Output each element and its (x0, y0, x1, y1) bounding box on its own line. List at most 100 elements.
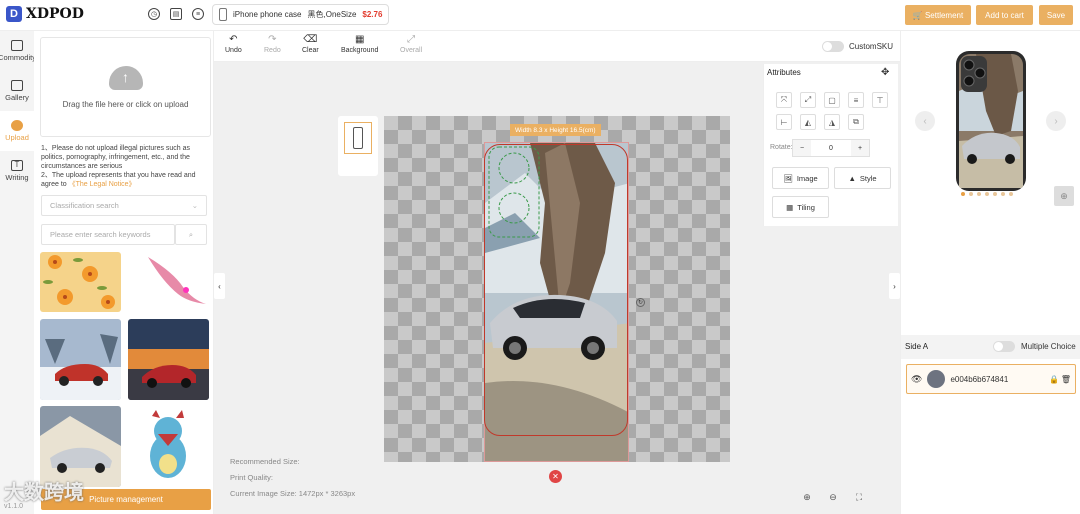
layers-icon[interactable]: ▤ (170, 8, 182, 20)
product-selector[interactable]: iPhone phone case 黑色,OneSize $2.76 (212, 4, 390, 25)
nav-commodity[interactable]: Commodity (0, 31, 36, 71)
clear-label: Clear (302, 47, 319, 54)
mountain-car-image (40, 406, 121, 487)
multiple-choice-toggle[interactable] (993, 341, 1015, 352)
carousel-dot[interactable] (977, 192, 981, 196)
lock-icon[interactable]: 🔒 (1049, 375, 1059, 384)
save-button[interactable]: Save (1039, 5, 1073, 25)
rotate-stepper[interactable]: − 0 + (792, 139, 870, 157)
logo[interactable]: D XDPOD (6, 6, 84, 22)
classification-placeholder: Classification search (50, 201, 119, 210)
size-indicator: Width 8.3 x Height 16.5(cm) (510, 124, 601, 136)
gallery-thumb-totodile[interactable] (128, 406, 209, 487)
upload-notice: 1、Please do not upload illegal pictures … (41, 144, 213, 189)
classification-select[interactable]: Classification search ⌄ (41, 195, 207, 216)
nav-gallery[interactable]: Gallery (0, 71, 34, 111)
side-row: Side A Multiple Choice (901, 335, 1080, 359)
cloud-upload-icon (108, 65, 143, 90)
carousel-prev-button[interactable]: ‹ (915, 111, 935, 131)
background-label: Background (341, 47, 379, 54)
cart-icon: 🛒 (912, 10, 925, 20)
redo-button[interactable]: ↷ Redo (264, 35, 281, 55)
align-center-icon[interactable]: ≡ (848, 92, 864, 108)
delete-layer-icon[interactable]: ✕ (549, 470, 562, 483)
image-button-label: Image (796, 173, 818, 183)
gallery-thumb-flowers[interactable] (40, 252, 121, 312)
undo-icon: ↶ (229, 34, 238, 45)
side-a-tab[interactable] (344, 122, 372, 154)
carousel-dot[interactable] (969, 192, 973, 196)
carousel-dot[interactable] (1001, 192, 1005, 196)
clear-button[interactable]: ⌫ Clear (302, 35, 319, 55)
zoom-out-icon[interactable]: ⊖ (826, 490, 840, 504)
rotate-increase-button[interactable]: + (851, 140, 869, 156)
upload-dropzone[interactable]: Drag the file here or click on upload (40, 37, 211, 137)
rotate-value[interactable]: 0 (811, 145, 851, 152)
chevron-left-icon: ‹ (218, 281, 221, 291)
flower-pattern-image (43, 255, 115, 309)
carousel-dot[interactable] (961, 192, 965, 196)
move-icon[interactable]: ✥ (881, 67, 889, 78)
rotate-handle-icon[interactable]: ↻ (636, 298, 645, 307)
fill-icon[interactable]: ▢ (824, 92, 840, 108)
phone-case-icon (219, 8, 227, 21)
vertical-center-icon[interactable]: ⊤ (872, 92, 888, 108)
clock-icon[interactable]: ◷ (148, 8, 160, 20)
tiling-button-label: Tiling (797, 202, 815, 212)
horizontal-center-icon[interactable]: ⊢ (776, 114, 792, 130)
zoom-in-icon[interactable]: ⊕ (800, 490, 814, 504)
search-icon: ⌕ (188, 229, 194, 239)
carousel-dot[interactable] (985, 192, 989, 196)
nav-writing[interactable]: T Writing (0, 151, 34, 191)
style-button[interactable]: ▲ Style (834, 167, 891, 189)
settlement-button[interactable]: 🛒 Settlement (905, 5, 971, 25)
image-button[interactable]: 🖼 Image (772, 167, 829, 189)
trash-icon[interactable]: 🗑 (1061, 375, 1071, 384)
collapse-right-button[interactable]: › (889, 273, 900, 299)
style-button-label: Style (859, 173, 877, 183)
gallery-thumb-mountain-car[interactable] (40, 406, 121, 487)
nav-label: Writing (5, 173, 29, 182)
current-image-size: Current Image Size: 1472px * 3263px (230, 489, 355, 498)
background-button[interactable]: ▦ Background (341, 35, 379, 55)
upload-icon (11, 120, 23, 131)
collapse-left-button[interactable]: ‹ (214, 273, 225, 299)
nav-label: Commodity (0, 53, 36, 62)
redo-label: Redo (264, 47, 281, 54)
overall-button[interactable]: ⤢ Overall (400, 35, 422, 55)
layer-item[interactable]: 👁 e004b6b674841 🔒 🗑 (906, 364, 1076, 394)
zoom-controls: ⊕ ⊖ ⛶ (800, 490, 866, 504)
undo-button[interactable]: ↶ Undo (225, 34, 242, 55)
eye-icon[interactable]: 👁 (911, 374, 922, 385)
list-icon[interactable]: ≡ (192, 8, 204, 20)
search-button[interactable]: ⌕ (175, 224, 207, 245)
side-switcher (338, 116, 378, 176)
flip-horizontal-icon[interactable]: ◭ (800, 114, 816, 130)
brand-name: XDPOD (26, 6, 84, 22)
flip-vertical-icon[interactable]: ◮ (824, 114, 840, 130)
copy-icon[interactable]: ⧉ (848, 114, 864, 130)
fit-screen-icon[interactable]: ⛶ (852, 490, 866, 504)
gallery-thumb-snow-car[interactable] (40, 319, 121, 400)
attributes-panel: Attributes ✥ ⤧ ⤢ ▢ ≡ ⊤ ⊢ ◭ ◮ ⧉ Rotate: −… (763, 64, 898, 226)
product-price: $2.76 (362, 10, 383, 19)
nav-upload[interactable]: Upload (0, 111, 34, 151)
legal-notice-link[interactable]: 《The Legal Notice》 (69, 181, 136, 188)
custom-sku-toggle[interactable] (822, 41, 844, 52)
gallery-thumb-lizard[interactable] (128, 252, 209, 312)
expand-icon[interactable]: ⤢ (800, 92, 816, 108)
carousel-next-button[interactable]: › (1046, 111, 1066, 131)
zoom-preview-icon[interactable]: ⊕ (1054, 186, 1074, 206)
current-image-size-label: Current Image Size: (230, 489, 297, 498)
carousel-dot[interactable] (1009, 192, 1013, 196)
product-variant: 黑色,OneSize (307, 10, 357, 19)
keyword-search-input[interactable]: Please enter search keywords (41, 224, 175, 245)
fit-width-icon[interactable]: ⤧ (776, 92, 792, 108)
carousel-dot[interactable] (993, 192, 997, 196)
gallery-thumb-sunset-car[interactable] (128, 319, 209, 400)
add-to-cart-button[interactable]: Add to cart (976, 5, 1033, 25)
layer-thumbnail (927, 370, 946, 388)
tiling-button[interactable]: ▦ Tiling (772, 196, 829, 218)
rotate-decrease-button[interactable]: − (793, 140, 811, 156)
nav-label: Gallery (5, 93, 29, 102)
